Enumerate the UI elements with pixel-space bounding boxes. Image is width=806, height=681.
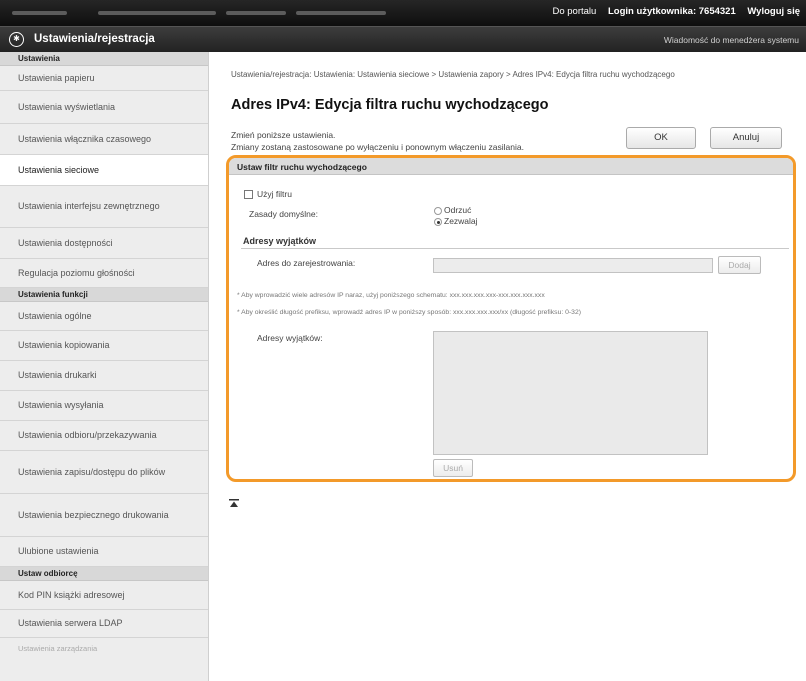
policy-deny-radio[interactable] [434,207,442,215]
sidebar-item-address-book-pin[interactable]: Kod PIN książki adresowej [0,581,208,610]
outbound-filter-panel: Ustaw filtr ruchu wychodzącego Użyj filt… [226,155,796,482]
default-policy-label: Zasady domyślne: [249,209,318,219]
blurred-text [98,11,216,15]
login-value: 7654321 [698,6,736,17]
use-filter-checkbox[interactable] [244,190,253,199]
sidebar-item-timer[interactable]: Ustawienia włącznika czasowego [0,124,208,155]
blurred-text [296,11,386,15]
sidebar-item-network[interactable]: Ustawienia sieciowe [0,155,208,186]
sidebar-item-general[interactable]: Ustawienia ogólne [0,302,208,331]
policy-deny-label: Odrzuć [444,205,472,215]
app-title: Ustawienia/rejestracja [34,33,155,45]
sidebar-item-receive-forward[interactable]: Ustawienia odbioru/przekazywania [0,421,208,451]
register-address-input[interactable] [433,258,713,273]
sidebar-item-favorites[interactable]: Ulubione ustawienia [0,537,208,567]
page-title: Adres IPv4: Edycja filtra ruchu wychodzą… [231,97,549,113]
divider [241,248,789,249]
note-prefix-length: * Aby określić długość prefiksu, wprowad… [237,309,582,316]
panel-title: Ustaw filtr ruchu wychodzącego [229,158,793,175]
arrow-to-top-icon[interactable] [229,499,239,509]
sidebar-section-functions: Ustawienia funkcji [0,288,208,302]
policy-allow-radio[interactable] [434,218,442,226]
sidebar-item-external-interface[interactable]: Ustawienia interfejsu zewnętrznego [0,186,208,228]
exceptions-list[interactable] [433,331,708,455]
top-bar: Do portalu Login użytkownika: 7654321 Wy… [0,0,806,26]
exceptions-list-label: Adresy wyjątków: [257,333,323,343]
sidebar-item-secure-print[interactable]: Ustawienia bezpiecznego drukowania [0,494,208,537]
sidebar-section-receiver: Ustaw odbiorcę [0,567,208,581]
sidebar-item-display[interactable]: Ustawienia wyświetlania [0,91,208,124]
blurred-text [226,11,286,15]
delete-button[interactable]: Usuń [433,459,473,477]
logout-link[interactable]: Wyloguj się [747,6,800,17]
sidebar-section-settings: Ustawienia [0,52,208,66]
portal-link[interactable]: Do portalu [552,6,596,17]
hint-restart-required: Zmiany zostaną zastosowane po wyłączeniu… [231,142,524,152]
sidebar-item-file-access[interactable]: Ustawienia zapisu/dostępu do plików [0,451,208,494]
sidebar-item-volume[interactable]: Regulacja poziomu głośności [0,259,208,288]
sidebar-section-management: Ustawienia zarządzania [18,643,98,653]
breadcrumb: Ustawienia/rejestracja: Ustawienia: Usta… [231,70,675,79]
cancel-button[interactable]: Anuluj [710,127,782,149]
exceptions-heading: Adresy wyjątków [243,236,317,246]
sidebar-item-send[interactable]: Ustawienia wysyłania [0,391,208,421]
note-multiple-addresses: * Aby wprowadzić wiele adresów IP naraz,… [237,292,545,299]
top-links: Do portalu Login użytkownika: 7654321 Wy… [543,6,800,17]
blurred-text [12,11,67,15]
hint-change-settings: Zmień poniższe ustawienia. [231,130,336,140]
message-to-admin-link[interactable]: Wiadomość do menedżera systemu [664,35,799,45]
add-button[interactable]: Dodaj [718,256,761,274]
sidebar-item-copy[interactable]: Ustawienia kopiowania [0,331,208,361]
sidebar: Ustawienia Ustawienia papieru Ustawienia… [0,52,209,681]
sidebar-item-ldap[interactable]: Ustawienia serwera LDAP [0,610,208,638]
use-filter-label: Użyj filtru [257,189,292,199]
sidebar-item-paper[interactable]: Ustawienia papieru [0,66,208,91]
policy-allow-label: Zezwalaj [444,216,478,226]
ok-button[interactable]: OK [626,127,696,149]
sidebar-item-printer[interactable]: Ustawienia drukarki [0,361,208,391]
title-bar: ✱ Ustawienia/rejestracja Wiadomość do me… [0,26,806,52]
settings-register-logo-icon: ✱ [9,32,24,47]
register-address-label: Adres do zarejestrowania: [257,258,356,268]
login-label: Login użytkownika: 7654321 [607,6,736,17]
sidebar-item-accessibility[interactable]: Ustawienia dostępności [0,228,208,259]
